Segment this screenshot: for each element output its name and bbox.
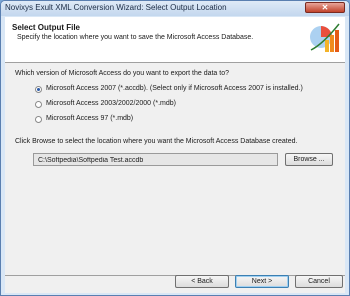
radio-access-2007[interactable]	[35, 86, 42, 93]
browse-button[interactable]: Browse ...	[285, 153, 333, 166]
cancel-button[interactable]: Cancel	[295, 275, 343, 288]
window-title: Novixys Exult XML Conversion Wizard: Sel…	[5, 3, 227, 12]
wizard-window: Novixys Exult XML Conversion Wizard: Sel…	[0, 0, 350, 296]
chart-wizard-icon	[310, 23, 340, 52]
option-access-2007-label: Microsoft Access 2007 (*.accdb). (Select…	[46, 85, 303, 92]
wizard-body: Select Output File Specify the location …	[5, 17, 345, 293]
close-button[interactable]: ✕	[305, 2, 345, 13]
page-subtitle: Specify the location where you want to s…	[17, 34, 254, 41]
back-button[interactable]: < Back	[175, 275, 229, 288]
close-icon: ✕	[321, 3, 329, 12]
radio-access-97[interactable]	[35, 116, 42, 123]
option-access-97-label: Microsoft Access 97 (*.mdb)	[46, 115, 134, 122]
option-access-2003-label: Microsoft Access 2003/2002/2000 (*.mdb)	[46, 100, 176, 107]
radio-access-2003[interactable]	[35, 101, 42, 108]
output-path-field[interactable]	[33, 153, 278, 166]
access-version-question: Which version of Microsoft Access do you…	[15, 70, 229, 77]
title-bar[interactable]: Novixys Exult XML Conversion Wizard: Sel…	[1, 1, 349, 16]
page-title: Select Output File	[12, 23, 81, 32]
next-button[interactable]: Next >	[235, 275, 289, 288]
wizard-header: Select Output File Specify the location …	[5, 17, 345, 63]
browse-instruction: Click Browse to select the location wher…	[15, 138, 298, 145]
